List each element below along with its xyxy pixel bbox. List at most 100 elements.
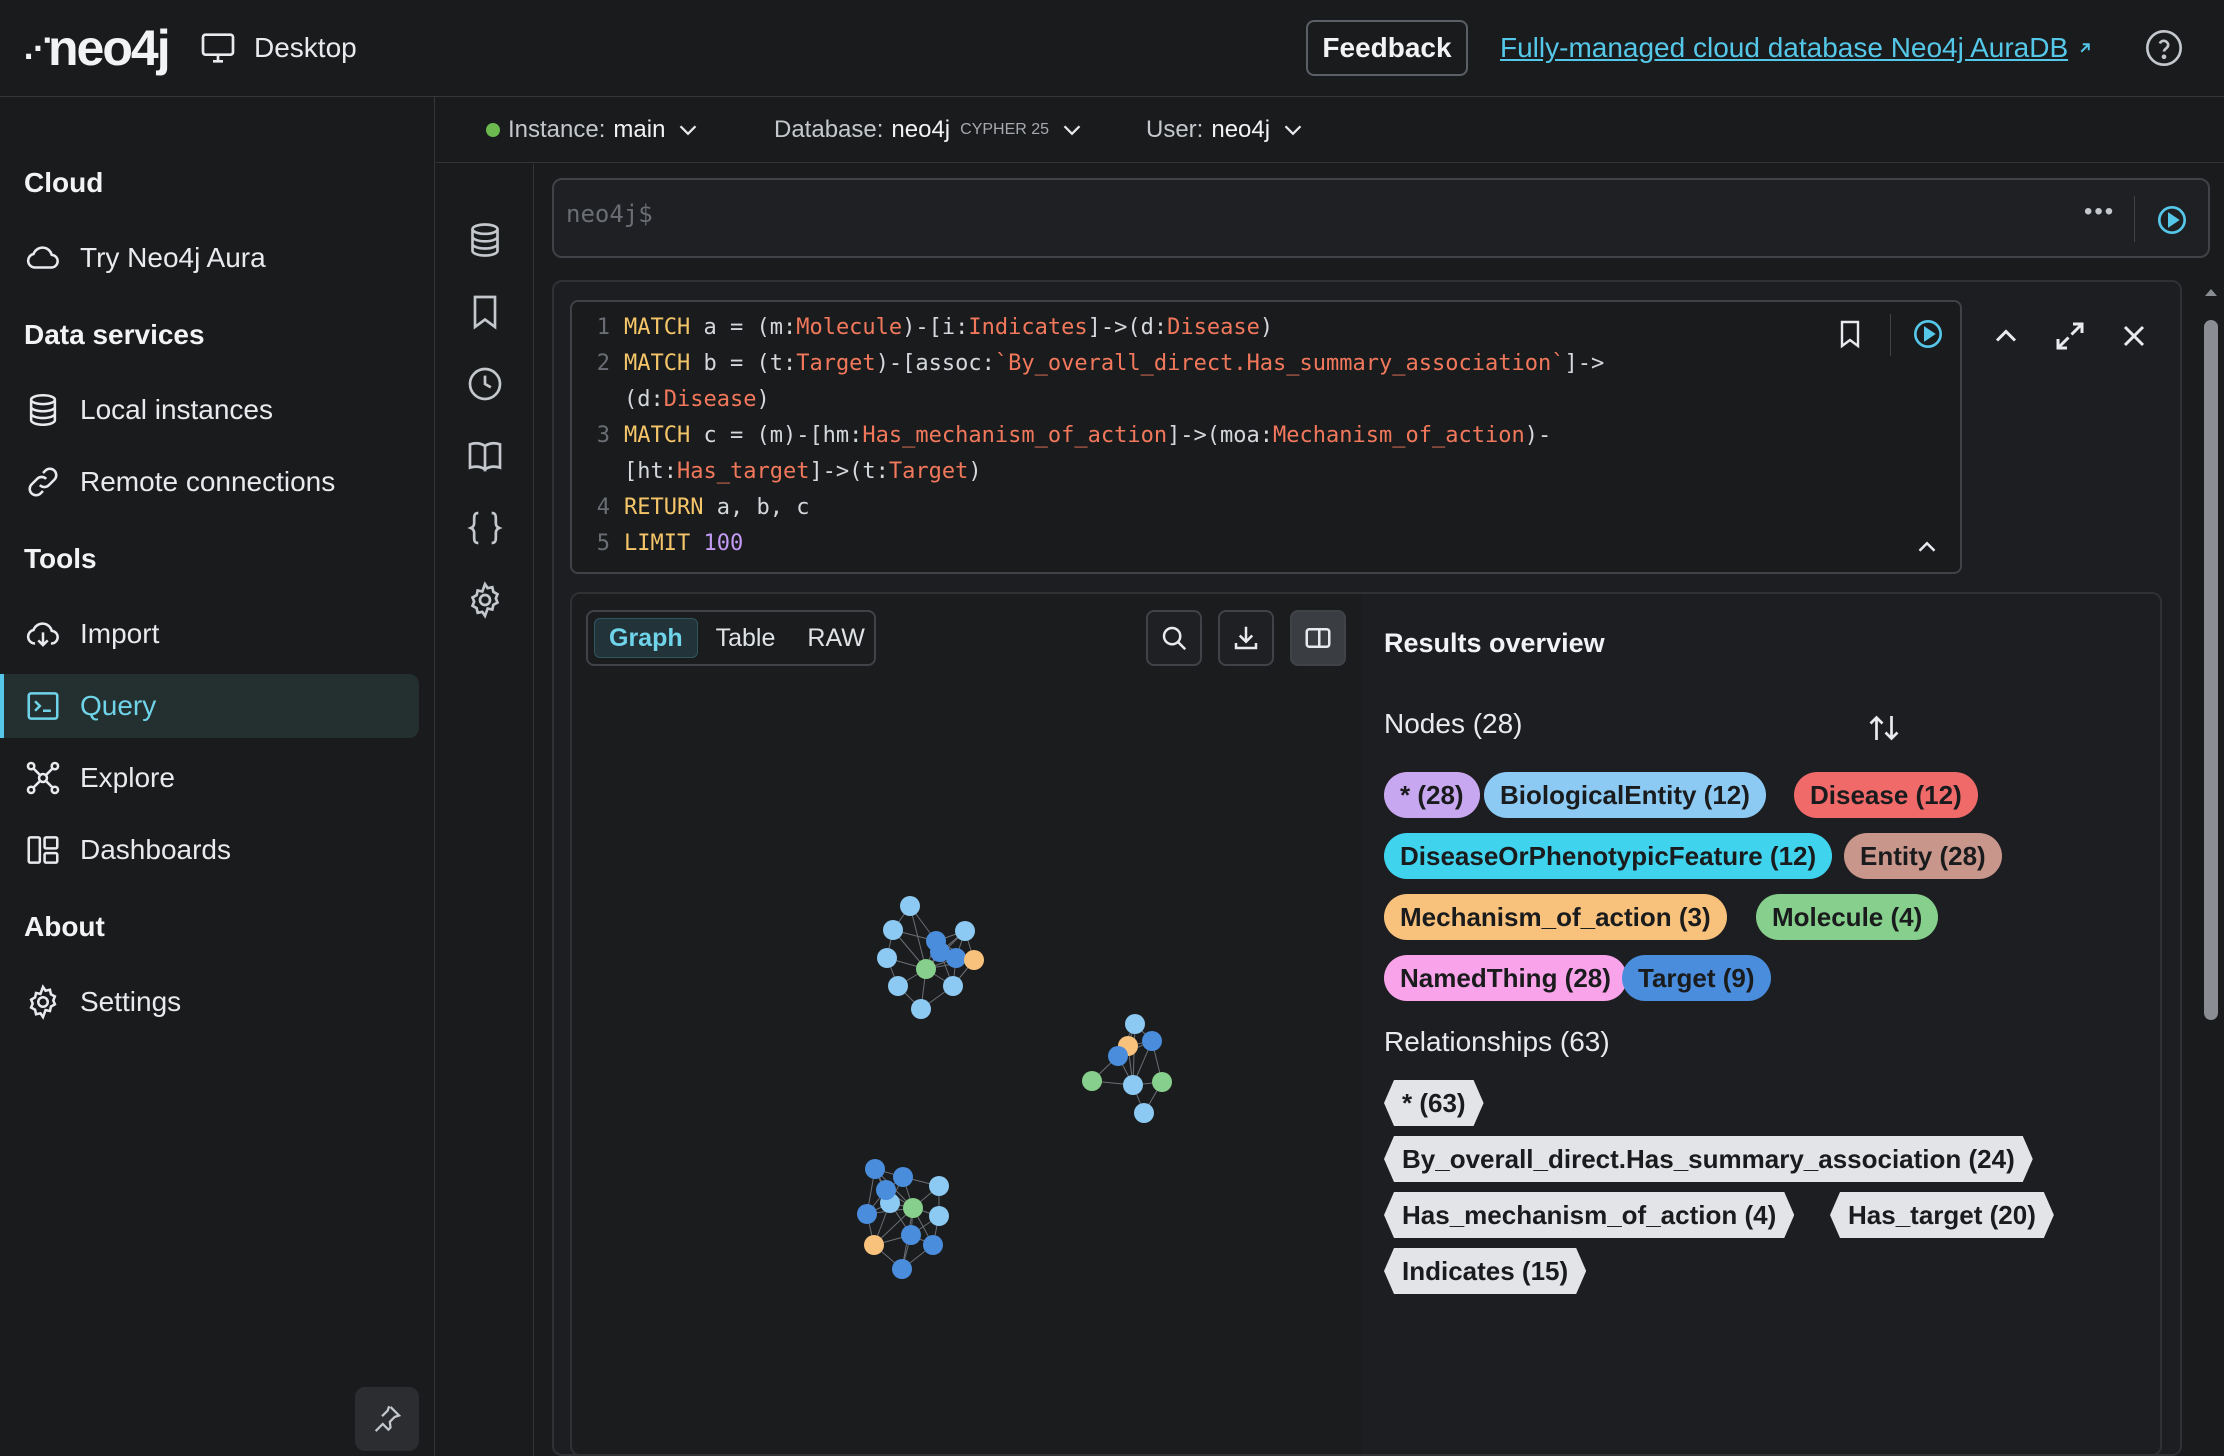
relationship-type-chip[interactable]: Has_target (20) <box>1830 1192 2054 1238</box>
braces-icon[interactable] <box>465 508 505 548</box>
graph-node[interactable] <box>883 920 903 940</box>
graph-relationship[interactable] <box>1127 1040 1153 1047</box>
graph-node[interactable] <box>929 1206 949 1226</box>
node-label-chip[interactable]: DiseaseOrPhenotypicFeature (12) <box>1384 833 1833 879</box>
sidebar-item-try-aura[interactable]: Try Neo4j Aura <box>0 226 419 290</box>
graph-relationship[interactable] <box>912 1207 940 1217</box>
graph-relationship[interactable] <box>1132 1023 1136 1086</box>
graph-cluster[interactable] <box>857 1159 949 1279</box>
sort-icon[interactable] <box>1866 710 1902 746</box>
graph-relationship[interactable] <box>866 1202 891 1215</box>
graph-relationship[interactable] <box>889 1202 914 1209</box>
graph-relationship[interactable] <box>939 951 975 961</box>
graph-relationship[interactable] <box>939 951 957 959</box>
close-icon[interactable] <box>2116 318 2152 354</box>
sidebar-item-local-instances[interactable]: Local instances <box>0 378 419 442</box>
graph-relationship[interactable] <box>910 1215 940 1236</box>
tab-raw[interactable]: RAW <box>793 618 878 658</box>
graph-relationship[interactable] <box>920 968 927 1010</box>
graph-relationship[interactable] <box>1132 1040 1153 1086</box>
graph-relationship[interactable] <box>1127 1045 1134 1086</box>
graph-relationship[interactable] <box>909 905 937 942</box>
graph-relationship[interactable] <box>902 1176 940 1187</box>
graph-relationship[interactable] <box>1091 1080 1134 1086</box>
graph-relationship[interactable] <box>873 1202 891 1246</box>
graph-relationship[interactable] <box>935 940 975 961</box>
book-icon[interactable] <box>465 436 505 476</box>
graph-node[interactable] <box>1118 1036 1138 1056</box>
graph-relationship[interactable] <box>925 957 957 970</box>
graph-relationship[interactable] <box>925 968 954 987</box>
tab-graph[interactable]: Graph <box>594 618 698 658</box>
feedback-button[interactable]: Feedback <box>1306 20 1468 76</box>
graph-node[interactable] <box>1152 1072 1172 1092</box>
graph-node[interactable] <box>901 1225 921 1245</box>
graph-relationship[interactable] <box>925 959 975 970</box>
graph-relationship[interactable] <box>964 930 975 961</box>
bookmark-icon[interactable] <box>465 292 505 332</box>
graph-relationship[interactable] <box>897 985 922 1010</box>
bookmark-icon[interactable] <box>1834 318 1866 350</box>
graph-relationship[interactable] <box>886 957 899 987</box>
graph-relationship[interactable] <box>889 1176 904 1204</box>
graph-node[interactable] <box>1134 1103 1154 1123</box>
graph-relationship[interactable] <box>874 1168 914 1209</box>
graph-relationship[interactable] <box>885 1189 914 1209</box>
graph-relationship[interactable] <box>873 1207 914 1246</box>
graph-relationship[interactable] <box>1117 1045 1129 1057</box>
sidebar-item-import[interactable]: Import <box>0 602 419 666</box>
graph-relationship[interactable] <box>1132 1081 1163 1086</box>
graph-relationship[interactable] <box>886 957 927 970</box>
graph-relationship[interactable] <box>874 1168 887 1191</box>
graph-node[interactable] <box>876 1180 896 1200</box>
node-label-chip[interactable]: BiologicalEntity (12) <box>1484 772 1766 818</box>
graph-node[interactable] <box>946 948 966 968</box>
tab-table[interactable]: Table <box>702 618 790 658</box>
history-icon[interactable] <box>465 364 505 404</box>
node-label-chip[interactable]: Mechanism_of_action (3) <box>1384 894 1727 940</box>
graph-relationship[interactable] <box>925 940 937 970</box>
more-options-icon[interactable]: ••• <box>2084 198 2115 226</box>
search-button[interactable] <box>1146 610 1202 666</box>
graph-relationship[interactable] <box>866 1213 875 1246</box>
sidebar-item-explore[interactable]: Explore <box>0 746 419 810</box>
graph-node[interactable] <box>880 1193 900 1213</box>
graph-cluster[interactable] <box>1082 1014 1172 1123</box>
graph-node[interactable] <box>857 1204 877 1224</box>
instance-selector[interactable]: Instance: main <box>486 115 703 145</box>
relationship-type-chip[interactable]: Indicates (15) <box>1384 1248 1586 1294</box>
graph-relationship[interactable] <box>901 1234 912 1270</box>
graph-node[interactable] <box>911 999 931 1019</box>
node-label-chip[interactable]: Entity (28) <box>1844 833 2002 879</box>
graph-relationship[interactable] <box>932 1215 940 1246</box>
download-button[interactable] <box>1218 610 1274 666</box>
graph-relationship[interactable] <box>955 930 966 959</box>
graph-node[interactable] <box>923 1235 943 1255</box>
graph-node[interactable] <box>930 942 950 962</box>
graph-relationship[interactable] <box>1127 1023 1136 1047</box>
graph-node[interactable] <box>900 896 920 916</box>
node-label-chip[interactable]: Molecule (4) <box>1756 894 1939 940</box>
graph-relationship[interactable] <box>874 1168 891 1204</box>
run-query-icon[interactable] <box>2156 204 2188 236</box>
database-selector[interactable]: Database: neo4j CYPHER 25 <box>774 115 1087 145</box>
graph-relationship[interactable] <box>901 1207 914 1270</box>
help-icon[interactable] <box>2144 28 2184 68</box>
graph-relationship[interactable] <box>935 940 957 959</box>
graph-relationship[interactable] <box>889 1202 912 1236</box>
graph-cluster[interactable] <box>877 896 984 1019</box>
graph-node[interactable] <box>1125 1014 1145 1034</box>
graph-node[interactable] <box>943 976 963 996</box>
graph-node[interactable] <box>877 948 897 968</box>
node-label-chip[interactable]: Disease (12) <box>1794 772 1978 818</box>
graph-relationship[interactable] <box>886 929 894 959</box>
graph-node[interactable] <box>893 1167 913 1187</box>
graph-relationship[interactable] <box>935 930 966 942</box>
graph-relationship[interactable] <box>939 951 954 987</box>
graph-relationship[interactable] <box>909 905 927 970</box>
graph-relationship[interactable] <box>1143 1081 1163 1114</box>
fullscreen-icon[interactable] <box>2052 318 2088 354</box>
graph-relationship[interactable] <box>902 1176 914 1209</box>
graph-relationship[interactable] <box>1117 1040 1153 1057</box>
relationship-type-chip[interactable]: By_overall_direct.Has_summary_associatio… <box>1384 1136 2033 1182</box>
